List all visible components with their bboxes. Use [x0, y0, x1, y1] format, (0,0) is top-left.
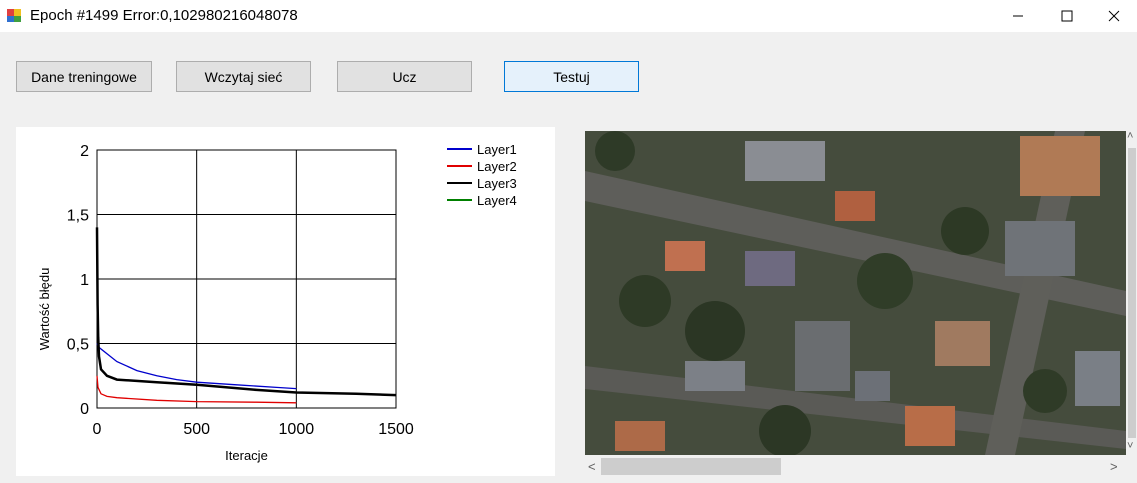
legend-label-layer1: Layer1: [477, 142, 517, 157]
x-tick-label: 1500: [378, 421, 414, 438]
load-network-button[interactable]: Wczytaj sieć: [176, 61, 311, 92]
title-bar: Epoch #1499 Error:0,102980216048078: [0, 0, 1137, 32]
scroll-left-icon[interactable]: <: [588, 459, 596, 474]
train-button[interactable]: Ucz: [337, 61, 472, 92]
minimize-icon: [1013, 15, 1023, 17]
close-button[interactable]: [1091, 0, 1137, 32]
scroll-up-icon[interactable]: ˄: [1127, 130, 1133, 142]
chart-svg: 0 0,5 1 1,5 2 0 500 1000 1500 Iteracje Wartość błę…: [37, 142, 517, 463]
y-tick-label: 1,5: [67, 208, 89, 225]
satellite-image: [585, 131, 1126, 455]
maximize-button[interactable]: [1044, 0, 1090, 32]
y-tick-label: 0: [80, 401, 89, 418]
test-button[interactable]: Testuj: [504, 61, 639, 92]
error-chart: 0 0,5 1 1,5 2 0 500 1000 1500 Iteracje Wartość błę…: [16, 127, 555, 476]
close-icon: [1108, 10, 1120, 22]
x-tick-label: 500: [183, 421, 210, 438]
horizontal-scrollbar-thumb[interactable]: [601, 458, 781, 475]
legend-label-layer2: Layer2: [477, 159, 517, 174]
y-tick-label: 2: [80, 143, 89, 160]
maximize-icon: [1061, 10, 1073, 22]
main-window: Epoch #1499 Error:0,102980216048078 Dane…: [0, 0, 1137, 483]
y-axis-label: Wartość błędu: [37, 268, 52, 351]
scroll-right-icon[interactable]: >: [1110, 459, 1118, 474]
x-tick-label: 0: [93, 421, 102, 438]
training-data-button[interactable]: Dane treningowe: [16, 61, 152, 92]
y-tick-label: 1: [80, 272, 89, 289]
minimize-button[interactable]: [995, 0, 1041, 32]
scroll-down-icon[interactable]: ˅: [1127, 440, 1133, 452]
vertical-scrollbar-thumb[interactable]: [1128, 148, 1136, 438]
app-icon: [6, 7, 22, 23]
legend-label-layer4: Layer4: [477, 193, 517, 208]
y-tick-label: 0,5: [67, 337, 89, 354]
x-axis-label: Iteracje: [225, 448, 268, 463]
x-tick-label: 1000: [279, 421, 315, 438]
legend-label-layer3: Layer3: [477, 176, 517, 191]
window-title: Epoch #1499 Error:0,102980216048078: [30, 7, 298, 24]
